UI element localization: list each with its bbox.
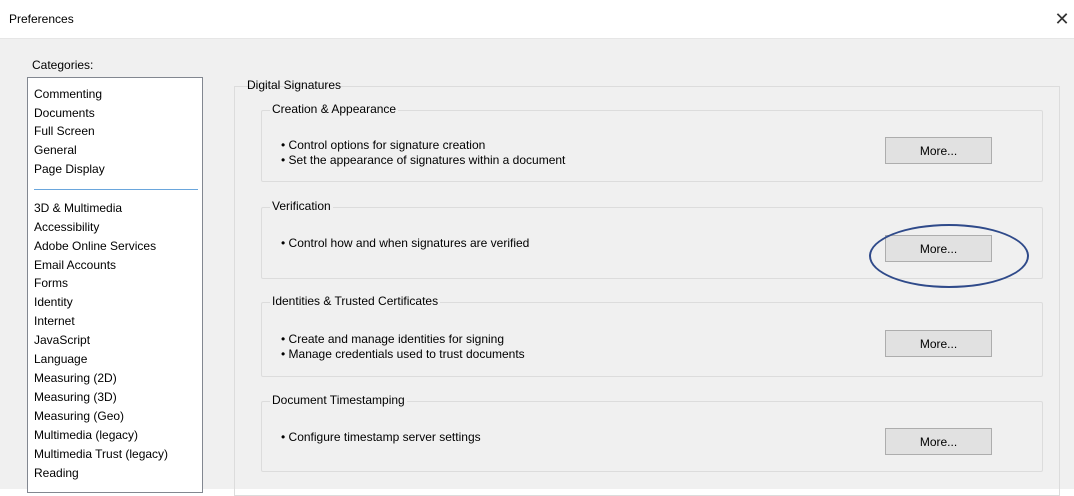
category-item-multimedia-trust-legacy[interactable]: Multimedia Trust (legacy) xyxy=(34,445,168,464)
category-item-javascript[interactable]: JavaScript xyxy=(34,331,90,350)
bullet-text: • Manage credentials used to trust docum… xyxy=(281,347,525,361)
group-title: Verification xyxy=(270,199,333,213)
category-item-accessibility[interactable]: Accessibility xyxy=(34,218,99,237)
creation-appearance-more-button[interactable]: More... xyxy=(885,137,992,164)
bullet-text: • Set the appearance of signatures withi… xyxy=(281,153,566,167)
category-item-measuring-3d[interactable]: Measuring (3D) xyxy=(34,388,117,407)
category-item-page-display[interactable]: Page Display xyxy=(34,160,105,179)
bullet-text: • Control options for signature creation xyxy=(281,138,486,152)
verification-more-button[interactable]: More... xyxy=(885,235,992,262)
category-item-documents[interactable]: Documents xyxy=(34,104,95,123)
bullet-text: • Configure timestamp server settings xyxy=(281,430,481,444)
category-item-measuring-geo[interactable]: Measuring (Geo) xyxy=(34,407,124,426)
title-bar: Preferences ✕ xyxy=(0,0,1074,39)
category-item-internet[interactable]: Internet xyxy=(34,312,75,331)
dialog-body: Categories: Commenting Documents Full Sc… xyxy=(0,39,1074,496)
categories-list[interactable]: Commenting Documents Full Screen General… xyxy=(27,77,203,493)
category-divider xyxy=(34,189,198,190)
timestamping-group: Document Timestamping • Configure timest… xyxy=(261,393,1043,472)
category-item-measuring-2d[interactable]: Measuring (2D) xyxy=(34,369,117,388)
category-item-full-screen[interactable]: Full Screen xyxy=(34,122,95,141)
creation-appearance-group: Creation & Appearance • Control options … xyxy=(261,102,1043,182)
panel-title: Digital Signatures xyxy=(247,78,342,92)
timestamping-more-button[interactable]: More... xyxy=(885,428,992,455)
bullet-text: • Create and manage identities for signi… xyxy=(281,332,505,346)
close-icon[interactable]: ✕ xyxy=(1050,6,1074,32)
group-title: Document Timestamping xyxy=(270,393,407,407)
category-item-identity[interactable]: Identity xyxy=(34,293,73,312)
category-item-forms[interactable]: Forms xyxy=(34,274,68,293)
group-title: Creation & Appearance xyxy=(270,102,399,116)
category-item-multimedia-legacy[interactable]: Multimedia (legacy) xyxy=(34,426,138,445)
category-item-language[interactable]: Language xyxy=(34,350,87,369)
bullet-text: • Control how and when signatures are ve… xyxy=(281,236,530,250)
verification-group: Verification • Control how and when sign… xyxy=(261,199,1043,279)
window-title: Preferences xyxy=(9,12,74,26)
category-item-email-accounts[interactable]: Email Accounts xyxy=(34,256,116,275)
category-item-commenting[interactable]: Commenting xyxy=(34,85,102,104)
identities-certificates-group: Identities & Trusted Certificates • Crea… xyxy=(261,294,1043,377)
categories-label: Categories: xyxy=(32,58,94,72)
category-item-adobe-online-services[interactable]: Adobe Online Services xyxy=(34,237,156,256)
identities-more-button[interactable]: More... xyxy=(885,330,992,357)
group-title: Identities & Trusted Certificates xyxy=(270,294,441,308)
category-item-general[interactable]: General xyxy=(34,141,77,160)
category-item-3d-multimedia[interactable]: 3D & Multimedia xyxy=(34,199,122,218)
category-item-reading[interactable]: Reading xyxy=(34,464,79,483)
